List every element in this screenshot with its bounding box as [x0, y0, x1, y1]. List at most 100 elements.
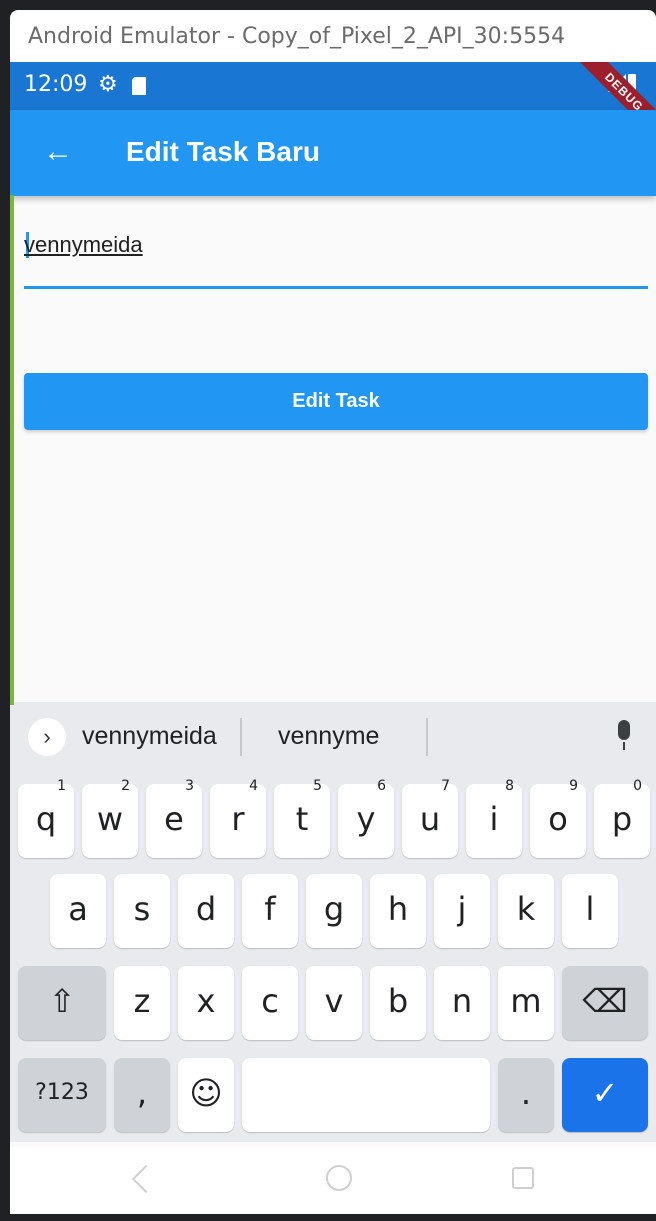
key-label: a: [68, 890, 88, 928]
key-label: b: [387, 982, 409, 1020]
enter-key[interactable]: ✓: [562, 1058, 648, 1132]
key-label: .: [520, 1074, 532, 1112]
backspace-icon: ⌫: [582, 982, 628, 1020]
key-label: l: [585, 890, 595, 928]
settings-gear-icon: ⚙: [98, 71, 118, 96]
key-label: r: [231, 800, 245, 838]
task-input[interactable]: vennymeida: [24, 232, 648, 289]
key-t[interactable]: t5: [274, 778, 330, 858]
key-g[interactable]: g: [306, 874, 362, 948]
key-label: f: [264, 890, 276, 928]
key-j[interactable]: j: [434, 874, 490, 948]
expand-suggestions-button[interactable]: ›: [28, 718, 66, 756]
key-number-hint: 5: [313, 778, 322, 794]
key-s[interactable]: s: [114, 874, 170, 948]
key-v[interactable]: v: [306, 966, 362, 1040]
symbols-key[interactable]: ?123: [18, 1058, 106, 1132]
suggestion-divider: [240, 718, 242, 756]
key-z[interactable]: z: [114, 966, 170, 1040]
emoji-key[interactable]: ☺: [178, 1058, 234, 1132]
key-number-hint: 0: [633, 778, 642, 794]
key-c[interactable]: c: [242, 966, 298, 1040]
key-a[interactable]: a: [50, 874, 106, 948]
key-label: s: [133, 890, 151, 928]
key-i[interactable]: i8: [466, 778, 522, 858]
key-p[interactable]: p0: [594, 778, 650, 858]
key-number-hint: 8: [505, 778, 514, 794]
shift-icon: ⇧: [48, 982, 76, 1020]
key-label: w: [96, 800, 124, 838]
emulator-frame: Android Emulator - Copy_of_Pixel_2_API_3…: [0, 0, 656, 1221]
key-label: k: [516, 890, 536, 928]
suggestion-divider: [426, 718, 428, 756]
key-label: n: [451, 982, 473, 1020]
suggestion-bar: › vennymeida vennyme: [10, 702, 656, 772]
key-label: e: [164, 800, 184, 838]
key-number-hint: 2: [121, 778, 130, 794]
key-label: v: [324, 982, 344, 1020]
key-label: t: [295, 800, 309, 838]
check-icon: ✓: [591, 1074, 619, 1112]
key-k[interactable]: k: [498, 874, 554, 948]
window-title: Android Emulator - Copy_of_Pixel_2_API_3…: [28, 24, 566, 49]
suggestion-item[interactable]: vennymeida: [82, 722, 217, 751]
key-x[interactable]: x: [178, 966, 234, 1040]
key-b[interactable]: b: [370, 966, 426, 1040]
key-label: ?123: [35, 1080, 89, 1105]
key-label: q: [35, 800, 57, 838]
microphone-icon[interactable]: [616, 720, 632, 750]
device-screen: 12:09 ⚙ DEBUG ← Edit Task Baru vennymeid…: [10, 62, 656, 1214]
key-label: c: [261, 982, 279, 1020]
soft-keyboard: › vennymeida vennyme q1w2e3r4t5y6u7i8o9p…: [10, 702, 656, 1142]
space-key[interactable]: [242, 1058, 490, 1132]
mic-head: [618, 720, 630, 740]
backspace-key[interactable]: ⌫: [562, 966, 648, 1040]
nav-back-button[interactable]: [131, 1164, 161, 1194]
key-d[interactable]: d: [178, 874, 234, 948]
key-q[interactable]: q1: [18, 778, 74, 858]
comma-key[interactable]: ,: [114, 1058, 170, 1132]
emoji-icon: ☺: [189, 1074, 223, 1112]
key-u[interactable]: u7: [402, 778, 458, 858]
key-label: ,: [136, 1074, 148, 1112]
key-number-hint: 4: [249, 778, 258, 794]
mic-stem: [623, 742, 625, 750]
period-key[interactable]: .: [498, 1058, 554, 1132]
key-number-hint: 3: [185, 778, 194, 794]
key-label: h: [387, 890, 409, 928]
status-time: 12:09: [24, 72, 88, 97]
app-bar: ← Edit Task Baru: [10, 110, 656, 196]
shift-key[interactable]: ⇧: [18, 966, 106, 1040]
arrow-left-icon: ←: [43, 135, 73, 168]
key-h[interactable]: h: [370, 874, 426, 948]
key-r[interactable]: r4: [210, 778, 266, 858]
sd-card-icon: [132, 77, 146, 95]
window-title-bar: Android Emulator - Copy_of_Pixel_2_API_3…: [10, 10, 656, 62]
key-number-hint: 9: [569, 778, 578, 794]
key-label: u: [419, 800, 441, 838]
nav-recent-apps-button[interactable]: [512, 1167, 534, 1189]
back-button[interactable]: ←: [36, 130, 80, 174]
suggestion-item[interactable]: vennyme: [278, 722, 379, 751]
nav-home-button[interactable]: [326, 1165, 352, 1191]
edit-task-button[interactable]: Edit Task: [24, 373, 648, 430]
key-label: x: [196, 982, 216, 1020]
key-label: g: [323, 890, 345, 928]
key-l[interactable]: l: [562, 874, 618, 948]
key-label: m: [510, 982, 542, 1020]
key-e[interactable]: e3: [146, 778, 202, 858]
key-label: y: [356, 800, 376, 838]
status-bar: 12:09 ⚙ DEBUG: [10, 62, 656, 142]
key-n[interactable]: n: [434, 966, 490, 1040]
key-o[interactable]: o9: [530, 778, 586, 858]
key-y[interactable]: y6: [338, 778, 394, 858]
key-label: z: [133, 982, 151, 1020]
key-w[interactable]: w2: [82, 778, 138, 858]
key-label: p: [611, 800, 633, 838]
navigation-bar: [10, 1147, 656, 1214]
page-title: Edit Task Baru: [126, 136, 320, 167]
key-number-hint: 1: [57, 778, 66, 794]
key-f[interactable]: f: [242, 874, 298, 948]
chevron-right-icon: ›: [43, 724, 51, 749]
key-m[interactable]: m: [498, 966, 554, 1040]
